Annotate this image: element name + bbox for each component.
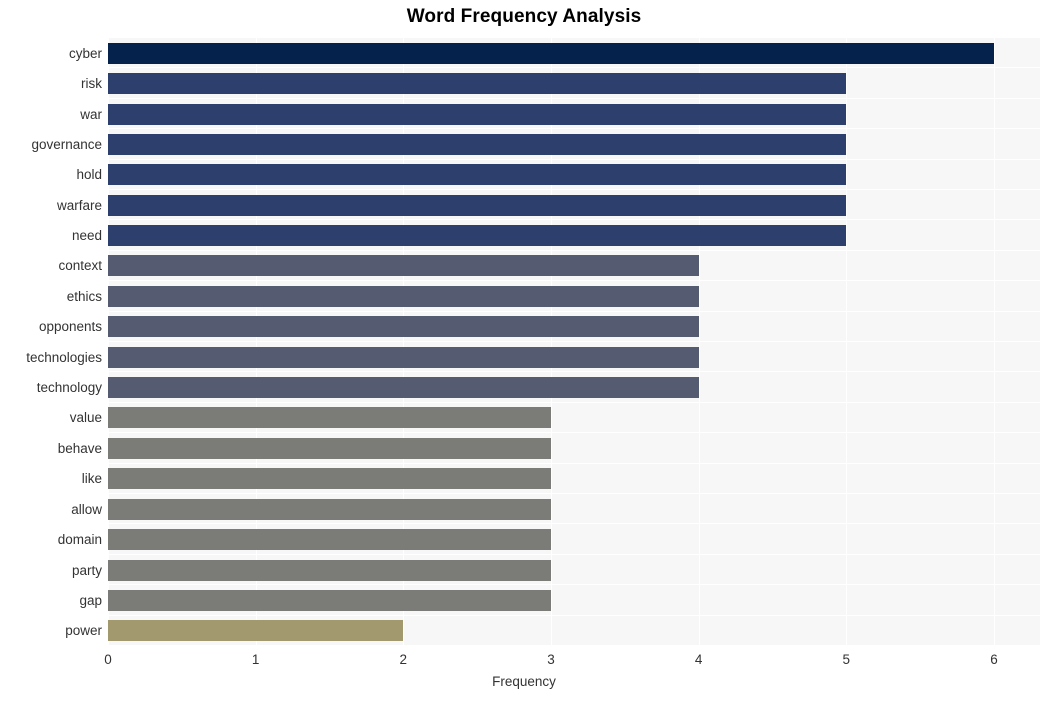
x-tick-label-6: 6 [990,652,998,667]
bar-warfare [108,195,847,216]
x-tick-label-2: 2 [399,652,408,667]
y-tick-label-governance: governance [31,137,102,152]
bar-series [108,37,1040,645]
bar-ethics [108,286,699,307]
y-tick-label-like: like [81,471,102,486]
bar-context [108,255,699,276]
chart-title: Word Frequency Analysis [406,6,642,27]
x-tick-label-4: 4 [694,652,703,667]
y-tick-label-technology: technology [36,380,102,395]
bar-hold [108,164,847,185]
y-tick-label-gap: gap [79,593,102,608]
y-tick-label-war: war [80,107,102,122]
bar-cyber [108,43,994,64]
bar-war [108,104,847,125]
y-tick-label-hold: hold [76,167,102,182]
bar-like [108,468,551,489]
bar-governance [108,134,847,155]
x-tick-label-3: 3 [547,652,555,667]
y-tick-label-cyber: cyber [68,46,102,61]
bar-risk [108,73,847,94]
y-tick-label-opponents: opponents [38,319,102,334]
word-frequency-chart-figure: Word Frequency Analysis cyber risk war gove… [0,0,1048,701]
bar-value [108,407,551,428]
bar-behave [108,438,551,459]
y-tick-label-need: need [71,228,102,243]
bar-technologies [108,347,699,368]
y-tick-label-power: power [65,623,102,638]
bar-power [108,620,404,641]
y-tick-label-allow: allow [71,502,102,517]
bar-allow [108,499,551,520]
bar-party [108,560,551,581]
y-tick-label-technologies: technologies [26,350,102,365]
y-axis-tick-labels: cyber risk war governance hold warfare need con… [0,37,102,645]
y-tick-label-domain: domain [57,532,102,547]
bar-need [108,225,847,246]
x-tick-label-5: 5 [842,652,851,667]
y-tick-label-context: context [58,258,102,273]
x-tick-label-1: 1 [251,652,260,667]
y-tick-label-value: value [69,410,102,425]
bar-opponents [108,316,699,337]
x-axis-title: Frequency [492,674,556,689]
y-tick-label-risk: risk [81,76,102,91]
bar-domain [108,529,551,550]
plot-area [108,37,1040,645]
y-tick-label-behave: behave [57,441,102,456]
bar-technology [108,377,699,398]
bar-gap [108,590,551,611]
y-tick-label-warfare: warfare [56,198,102,213]
y-tick-label-party: party [71,563,102,578]
x-tick-label-0: 0 [104,652,112,667]
x-axis-tick-labels: 0 1 2 3 4 5 6 [104,645,1040,675]
y-tick-label-ethics: ethics [66,289,102,304]
